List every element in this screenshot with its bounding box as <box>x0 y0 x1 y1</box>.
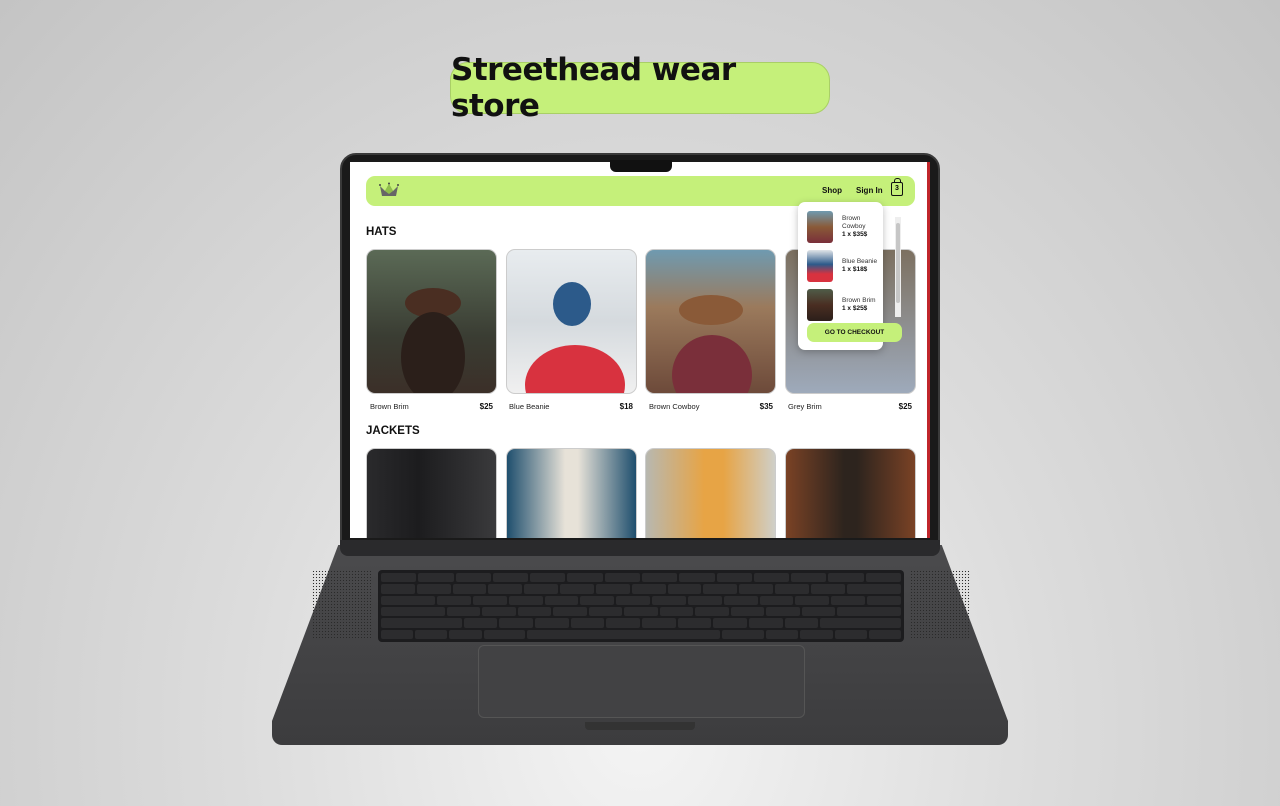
cart-item-qty: 1 x $25$ <box>842 305 868 312</box>
nav-shop-link[interactable]: Shop <box>822 186 842 195</box>
section-title-hats: HATS <box>366 226 397 238</box>
cart-item-qty: 1 x $18$ <box>842 266 868 273</box>
laptop-screen: Shop Sign In 3 HATS Brown Brim $25 Blue … <box>350 162 930 538</box>
headline-banner: Streethead wear store <box>450 52 830 124</box>
product-price: $18 <box>619 402 633 411</box>
go-to-checkout-button[interactable]: GO TO CHECKOUT <box>807 323 902 342</box>
product-card-jacket[interactable] <box>785 448 916 538</box>
product-card-brown-cowboy[interactable] <box>645 249 776 394</box>
cart-item-qty: 1 x $35$ <box>842 231 868 238</box>
speaker-grille-right <box>910 570 970 638</box>
cart-item: Brown Brim 1 x $25$ <box>842 297 878 313</box>
cart-item: Blue Beanie 1 x $18$ <box>842 258 878 274</box>
cart-scrollbar[interactable] <box>895 217 901 317</box>
shopping-bag-icon[interactable]: 3 <box>891 178 903 196</box>
product-name: Blue Beanie <box>509 402 550 411</box>
speaker-grille-left <box>312 570 372 638</box>
laptop-lip <box>585 722 695 730</box>
product-price: $35 <box>759 402 773 411</box>
cart-item-name: Brown Brim <box>842 297 876 304</box>
laptop-hinge <box>340 540 940 556</box>
section-title-jackets: JACKETS <box>366 425 420 437</box>
product-name: Brown Brim <box>370 402 409 411</box>
cart-item-image <box>807 289 833 321</box>
cart-item-name: Brown Cowboy <box>842 215 866 230</box>
product-price: $25 <box>898 402 912 411</box>
product-card-blue-beanie[interactable] <box>506 249 637 394</box>
keyboard <box>378 570 904 642</box>
cart-dropdown: Brown Cowboy 1 x $35$ Blue Beanie 1 x $18$… <box>798 202 902 350</box>
product-name: Brown Cowboy <box>649 402 700 411</box>
cart-item-image <box>807 250 833 282</box>
cart-item-name: Blue Beanie <box>842 258 878 265</box>
product-card-jacket[interactable] <box>645 448 776 538</box>
cart-item-image <box>807 211 833 243</box>
product-card-jacket[interactable] <box>506 448 637 538</box>
crown-logo-icon[interactable] <box>378 182 400 198</box>
camera-notch <box>610 160 672 172</box>
product-name: Grey Brim <box>788 402 822 411</box>
trackpad <box>478 645 805 718</box>
product-card-brown-brim[interactable] <box>366 249 497 394</box>
product-card-jacket[interactable] <box>366 448 497 538</box>
cart-item: Brown Cowboy 1 x $35$ <box>842 215 878 239</box>
scrollbar-thumb[interactable] <box>896 223 900 303</box>
nav-signin-link[interactable]: Sign In <box>856 186 883 195</box>
product-price: $25 <box>479 402 493 411</box>
